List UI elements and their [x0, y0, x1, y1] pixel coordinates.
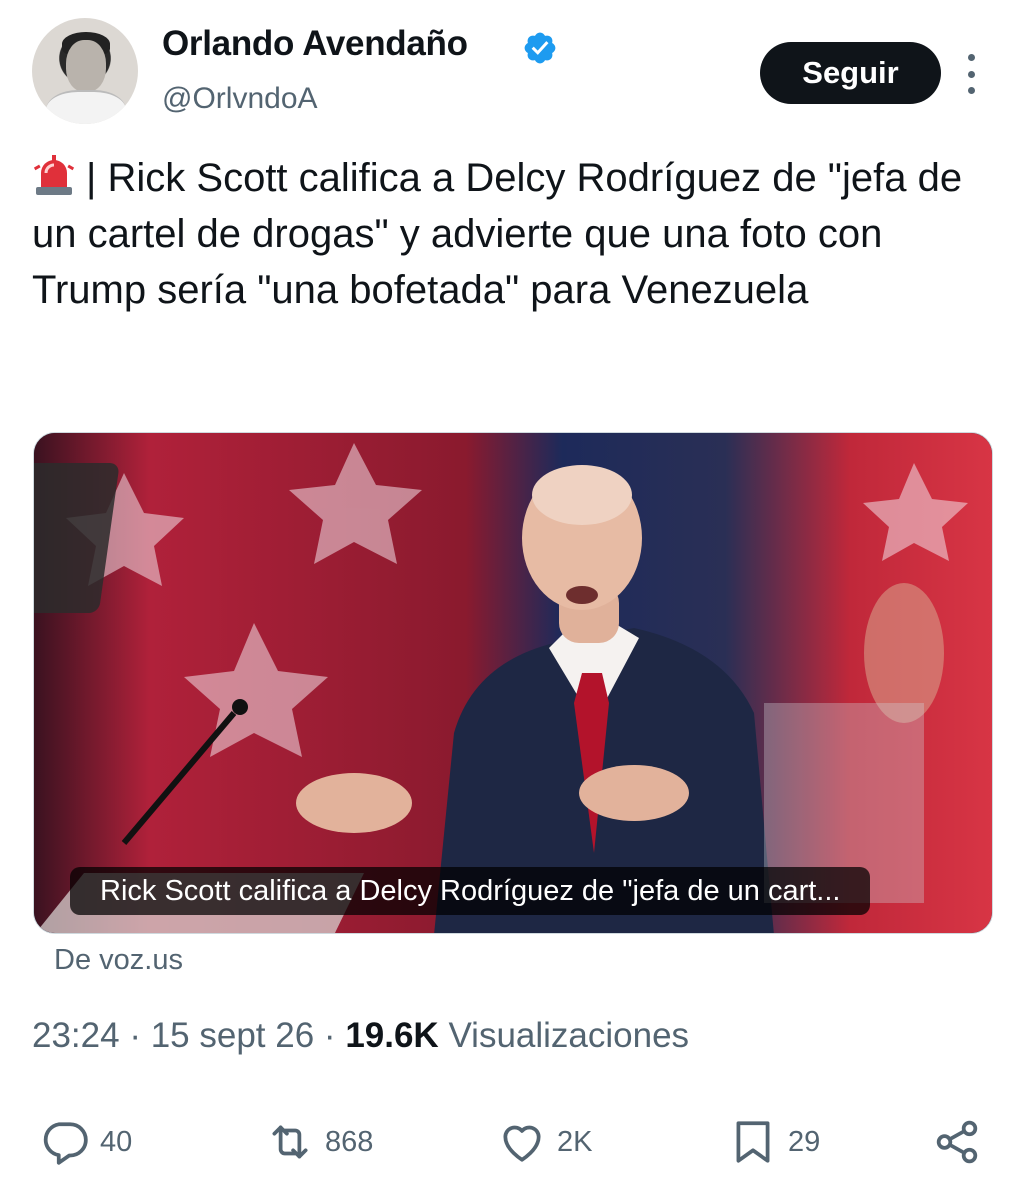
- link-card-image[interactable]: Rick Scott califica a Delcy Rodríguez de…: [33, 432, 993, 934]
- tweet-meta: 23:24 · 15 sept 26 · 19.6K Visualizacion…: [32, 1016, 689, 1056]
- action-bar: 40 868 2K 29: [0, 1112, 1026, 1172]
- more-options-icon[interactable]: [958, 54, 984, 94]
- author-name[interactable]: Orlando Avendaño: [162, 24, 468, 64]
- meta-separator: ·: [323, 1016, 336, 1055]
- author-avatar[interactable]: [32, 18, 138, 124]
- repost-icon: [272, 1125, 308, 1159]
- bookmark-button[interactable]: 29: [728, 1112, 820, 1172]
- tweet-date[interactable]: 15 sept 26: [151, 1016, 314, 1055]
- reply-count: 40: [100, 1125, 133, 1158]
- avatar-face: [66, 40, 106, 92]
- bookmark-count: 29: [788, 1125, 821, 1158]
- tweet-text: | Rick Scott califica a Delcy Rodríguez …: [32, 156, 963, 312]
- meta-separator: ·: [129, 1016, 141, 1055]
- tweet-text-container: | Rick Scott califica a Delcy Rodríguez …: [32, 150, 1002, 318]
- repost-count: 868: [325, 1125, 374, 1158]
- reply-icon: [43, 1122, 88, 1165]
- author-handle[interactable]: @OrlvndoA: [162, 82, 318, 116]
- link-card-caption: Rick Scott califica a Delcy Rodríguez de…: [70, 867, 871, 915]
- like-count: 2K: [557, 1125, 593, 1158]
- verified-badge-icon: [524, 32, 556, 64]
- repost-button[interactable]: 868: [265, 1112, 373, 1172]
- siren-icon: [33, 155, 75, 195]
- heart-icon: [503, 1125, 541, 1162]
- share-button[interactable]: [932, 1112, 992, 1172]
- like-button[interactable]: 2K: [497, 1112, 592, 1172]
- link-source[interactable]: De voz.us: [54, 944, 183, 977]
- follow-button[interactable]: Seguir: [760, 42, 941, 104]
- views-label: Visualizaciones: [448, 1016, 690, 1055]
- share-icon: [936, 1120, 978, 1164]
- tweet-time[interactable]: 23:24: [32, 1016, 120, 1055]
- views-count: 19.6K: [345, 1016, 439, 1055]
- speaker-photo: [34, 433, 992, 933]
- avatar-shirt: [46, 90, 126, 124]
- bookmark-icon: [736, 1121, 770, 1163]
- reply-button[interactable]: 40: [40, 1112, 132, 1172]
